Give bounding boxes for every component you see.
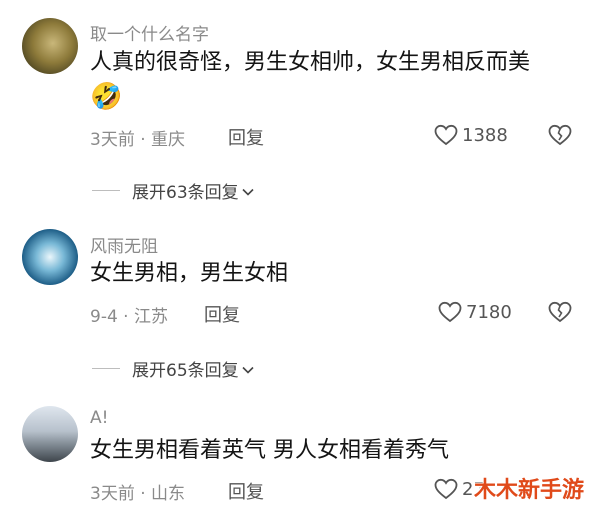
like-button[interactable]: 1388 — [434, 124, 508, 146]
comment-1: 取一个什么名字 人真的很奇怪，男生女相帅，女生男相反而美 🤣 3天前 · 重庆 … — [0, 0, 594, 160]
like-count: 7180 — [466, 301, 512, 323]
comment-meta: 3天前 · 重庆 — [90, 130, 186, 150]
comment-username[interactable]: 取一个什么名字 — [90, 20, 209, 45]
comment-text: 女生男相看着英气 男人女相看着秀气 — [90, 438, 449, 463]
comment-text: 女生男相，男生女相 — [90, 261, 289, 286]
comment-username[interactable]: A! — [90, 408, 108, 428]
heart-outline-icon — [434, 478, 458, 500]
expand-replies[interactable]: 展开65条回复 — [92, 356, 255, 381]
laughing-emoji: 🤣 — [90, 82, 123, 112]
comment-text: 人真的很奇怪，男生女相帅，女生男相反而美 — [90, 50, 531, 75]
expand-replies[interactable]: 展开63条回复 — [92, 178, 255, 203]
expand-replies-label: 展开63条回复 — [132, 183, 239, 203]
chevron-down-icon — [241, 362, 255, 376]
avatar[interactable] — [22, 18, 78, 74]
broken-heart-icon[interactable] — [548, 301, 572, 323]
divider-line — [92, 190, 120, 191]
divider-line — [92, 368, 120, 369]
avatar[interactable] — [22, 406, 78, 462]
heart-outline-icon — [434, 124, 458, 146]
comment-username[interactable]: 风雨无阻 — [90, 232, 158, 257]
chevron-down-icon — [241, 184, 255, 198]
broken-heart-icon[interactable] — [548, 124, 572, 146]
reply-button[interactable]: 回复 — [204, 301, 240, 327]
comment-meta: 3天前 · 山东 — [90, 484, 186, 504]
reply-button[interactable]: 回复 — [228, 478, 264, 504]
comment-meta: 9-4 · 江苏 — [90, 307, 168, 327]
like-count: 1388 — [462, 124, 508, 146]
expand-replies-label: 展开65条回复 — [132, 361, 239, 381]
like-button[interactable]: 7180 — [438, 301, 512, 323]
avatar[interactable] — [22, 229, 78, 285]
heart-outline-icon — [438, 301, 462, 323]
reply-button[interactable]: 回复 — [228, 124, 264, 150]
watermark-logo: 木木新手游 — [473, 478, 584, 503]
